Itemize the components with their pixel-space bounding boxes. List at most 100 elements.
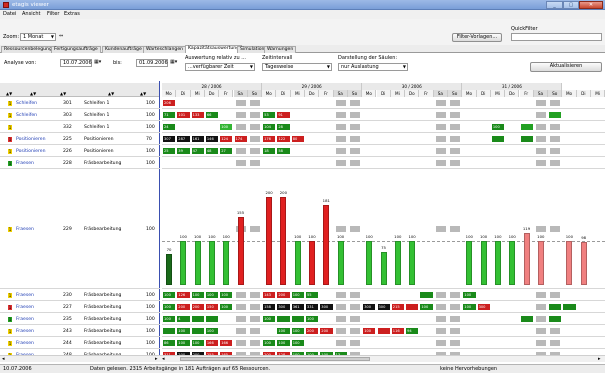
filter-templates-button[interactable]: Filter-Vorlagen...	[452, 33, 502, 42]
load-cell[interactable]: 28	[277, 123, 290, 130]
load-cell[interactable]: 133	[191, 111, 204, 118]
load-cell[interactable]	[549, 315, 562, 322]
load-cell[interactable]: 206	[163, 99, 176, 106]
sort-icon[interactable]: ▲▼	[140, 91, 146, 96]
load-cell[interactable]: 25	[163, 147, 176, 154]
load-cell[interactable]: 287	[177, 135, 190, 142]
zeitintervall-select[interactable]: Tagesweise ▼	[262, 63, 332, 71]
load-cell[interactable]: 101	[177, 111, 190, 118]
load-cell[interactable]: 100	[191, 339, 204, 346]
load-cell[interactable]: 24	[163, 123, 176, 130]
capacity-bar[interactable]	[480, 241, 487, 285]
load-cell[interactable]: 146	[205, 135, 219, 142]
tab-kundenauftraege[interactable]: Kundenaufträge	[102, 46, 145, 53]
load-cell[interactable]: 27	[220, 147, 233, 154]
tab-warnungen[interactable]: Warnungen	[264, 46, 297, 53]
load-cell[interactable]: 150	[205, 303, 219, 310]
load-cell[interactable]: 300	[477, 303, 490, 310]
capacity-bar[interactable]	[409, 241, 416, 285]
load-cell[interactable]: 58	[277, 147, 290, 154]
load-cell[interactable]: 166	[205, 339, 219, 346]
resource-name[interactable]: Positionieren	[16, 137, 46, 142]
capacity-bar[interactable]	[394, 241, 401, 285]
resource-name[interactable]: Schleifen	[16, 113, 37, 118]
load-cell[interactable]: 300	[277, 303, 290, 310]
load-cell[interactable]: 300	[363, 303, 376, 310]
capacity-bar[interactable]	[494, 241, 501, 285]
minimize-button[interactable]: _	[546, 1, 563, 9]
load-cell[interactable]: 4	[177, 315, 190, 322]
refresh-button[interactable]: Aktualisieren	[530, 62, 602, 72]
menu-datei[interactable]: Datei	[3, 11, 16, 17]
load-cell[interactable]	[520, 315, 533, 322]
load-cell[interactable]: 174	[234, 135, 247, 142]
load-cell[interactable]: 200	[306, 327, 319, 334]
load-cell[interactable]: 100	[177, 327, 190, 334]
load-cell[interactable]: 100	[420, 303, 433, 310]
tab-ressourcenbelegung[interactable]: Ressourcenbelegung	[1, 46, 55, 53]
load-cell[interactable]: 100	[163, 303, 176, 310]
tab-simulation[interactable]: Simulation	[237, 46, 268, 53]
zoom-apply-icon[interactable]: ⇔	[59, 33, 63, 39]
capacity-bar[interactable]	[509, 241, 516, 285]
capacity-bar[interactable]	[266, 197, 273, 285]
tab-warteschlangen[interactable]: Warteschlangen	[143, 46, 187, 53]
load-cell[interactable]: 80	[291, 135, 304, 142]
load-cell[interactable]: 100	[177, 339, 190, 346]
load-cell[interactable]: 100	[463, 291, 476, 298]
load-cell[interactable]: 104	[263, 123, 276, 130]
capacity-bar[interactable]	[566, 241, 573, 285]
quickfilter-input[interactable]	[511, 33, 602, 41]
menu-filter[interactable]: Filter	[47, 11, 59, 17]
menu-extras[interactable]: Extras	[64, 11, 80, 17]
scroll-thumb[interactable]	[180, 357, 370, 361]
load-cell[interactable]: 100	[263, 339, 276, 346]
capacity-bar[interactable]	[180, 241, 187, 285]
load-cell[interactable]: 47	[191, 147, 204, 154]
load-cell[interactable]	[163, 327, 176, 334]
load-cell[interactable]: 200	[177, 303, 190, 310]
load-cell[interactable]	[205, 315, 219, 322]
load-cell[interactable]: 361	[291, 303, 304, 310]
load-cell[interactable]: 100	[463, 303, 476, 310]
close-button[interactable]: ✕	[579, 1, 603, 9]
load-cell[interactable]	[549, 111, 562, 118]
load-cell[interactable]: 94	[406, 327, 419, 334]
load-cell[interactable]	[520, 123, 533, 130]
capacity-bar[interactable]	[337, 241, 344, 285]
darstellung-select[interactable]: nur Auslastung ▼	[338, 63, 408, 71]
load-cell[interactable]: 100	[163, 315, 176, 322]
tab-kapazitaetsauswertung[interactable]: Kapazitätsauswertung	[185, 45, 243, 53]
sort-icon[interactable]: ▲▼	[30, 91, 36, 96]
load-cell[interactable]: 161	[191, 135, 204, 142]
load-cell[interactable]: 300	[320, 303, 333, 310]
capacity-bar[interactable]	[208, 241, 215, 285]
capacity-bar[interactable]	[537, 241, 544, 285]
load-cell[interactable]: 100	[306, 315, 319, 322]
capacity-bar[interactable]	[323, 205, 330, 285]
resource-name[interactable]: Fraesen	[16, 161, 34, 166]
capacity-bar[interactable]	[523, 232, 530, 285]
load-cell[interactable]	[549, 303, 562, 310]
scroll-left-icon[interactable]: ◂	[2, 356, 5, 362]
capacity-bar[interactable]	[580, 241, 587, 285]
maximize-button[interactable]: ▢	[563, 1, 579, 9]
capacity-bar[interactable]	[466, 241, 473, 285]
load-cell[interactable]: 215	[391, 303, 405, 310]
load-cell[interactable]: 300	[377, 303, 390, 310]
load-cell[interactable]	[491, 135, 505, 142]
resource-name[interactable]: Fraesen	[16, 317, 34, 322]
resource-name[interactable]: Fraesen	[16, 293, 34, 298]
load-cell[interactable]: 100	[277, 327, 290, 334]
sort-icon[interactable]: ▲▼	[6, 91, 12, 96]
load-cell[interactable]: 91	[277, 111, 290, 118]
load-cell[interactable]: 200	[277, 291, 290, 298]
bis-date-input[interactable]: 01.09.2006	[136, 59, 168, 67]
load-cell[interactable]: 86	[163, 339, 176, 346]
load-cell[interactable]	[420, 291, 433, 298]
load-cell[interactable]: 100	[291, 291, 304, 298]
load-cell[interactable]: 100	[220, 123, 233, 130]
scroll-right-icon[interactable]: ▸	[598, 356, 601, 362]
load-cell[interactable]	[191, 327, 204, 334]
capacity-bar[interactable]	[280, 197, 287, 285]
